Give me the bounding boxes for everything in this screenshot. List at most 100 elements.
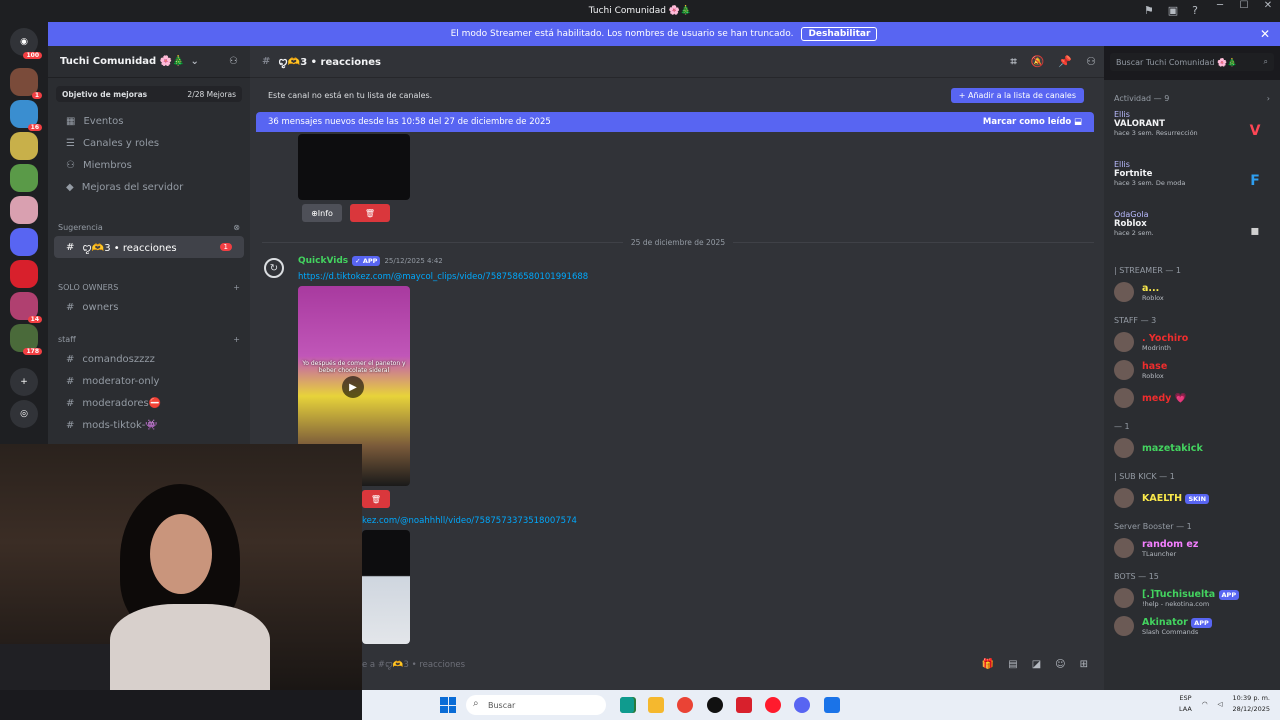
gift-icon[interactable]: 🎁 — [982, 659, 994, 670]
message-composer[interactable]: e a #ꨄ︎🫶3 • reacciones 🎁 ▤ ◪ ☺ ⊞ — [362, 654, 1094, 674]
server-icon[interactable] — [10, 132, 38, 160]
channel-comandoszzzz[interactable]: # comandoszzzz — [54, 348, 244, 370]
unread-badge: 14 — [27, 316, 42, 323]
activity-card[interactable]: Ellis VALORANT hace 3 sem. Resurrección V — [1104, 106, 1280, 156]
member-row[interactable]: a... Roblox — [1104, 278, 1280, 306]
plus-icon[interactable]: + — [233, 335, 240, 344]
add-server-button[interactable]: + — [10, 368, 38, 396]
category-staff[interactable]: staff + — [48, 330, 250, 348]
close-window-button[interactable]: ✕ — [1256, 0, 1280, 11]
app-icon[interactable] — [736, 697, 752, 713]
member-row[interactable]: KAELTH SKIN — [1104, 484, 1280, 512]
apps-icon[interactable]: ⊞ — [1080, 659, 1088, 670]
nav-members[interactable]: ⚇ Miembros — [54, 154, 244, 176]
plus-icon[interactable]: + — [233, 283, 240, 292]
chrome-icon[interactable] — [677, 697, 693, 713]
message-link-2[interactable]: kez.com/@noahhhll/video/7587573373518007… — [362, 516, 577, 526]
member-row[interactable]: . Yochiro Modrinth — [1104, 328, 1280, 356]
server-icon[interactable]: 178 — [10, 324, 42, 355]
direct-messages-button[interactable]: ◉ 100 — [10, 28, 42, 59]
member-name: medy 💗 — [1142, 392, 1187, 404]
member-status: !help - nekotina.com — [1142, 599, 1210, 608]
new-messages-bar[interactable]: 36 mensajes nuevos desde las 10:58 del 2… — [256, 112, 1094, 132]
discord-icon[interactable] — [794, 697, 810, 713]
activity-card[interactable]: OdaGola Roblox hace 2 sem. ▪ — [1104, 206, 1280, 256]
server-icon[interactable] — [10, 164, 38, 192]
channel-moderator-only[interactable]: # moderator-only — [54, 370, 244, 392]
channel-reacciones[interactable]: # ꨄ︎🫶3 • reacciones 1 — [54, 236, 244, 258]
inbox-icon[interactable]: ⚑ — [1144, 4, 1154, 17]
author-name[interactable]: QuickVids — [298, 256, 348, 266]
sticker-icon[interactable]: ◪ — [1032, 659, 1041, 670]
notice-text: Este canal no está en tu lista de canale… — [268, 90, 433, 100]
server-header[interactable]: Tuchi Comunidad 🌸🎄 ⌄ ⚇ — [48, 46, 250, 78]
hash-icon: # — [66, 375, 75, 387]
member-name: random ez — [1142, 538, 1199, 550]
server-icon[interactable]: 16 — [10, 100, 42, 131]
disable-streamer-button[interactable]: Deshabilitar — [801, 27, 878, 41]
activity-user: Ellis — [1114, 110, 1130, 119]
activity-card[interactable]: Ellis Fortnite hace 3 sem. De moda F — [1104, 156, 1280, 206]
mark-read-button[interactable]: Marcar como leído ⬓ — [983, 117, 1082, 127]
info-button[interactable]: ⊕ Info — [302, 204, 342, 222]
category-sugerencia[interactable]: Sugerencia ⊗ — [48, 218, 250, 236]
channel-mods-tiktok[interactable]: # mods-tiktok-👾 — [54, 414, 244, 436]
channel-header: # ꨄ︎🫶3 • reacciones ⌗ 🔕 📌 ⚇ — [250, 46, 1104, 78]
system-tray[interactable]: ESP LAA ◠ ◁ 10:39 p. m. 28/12/2025 — [1179, 693, 1270, 715]
add-channel-button[interactable]: + Añadir a la lista de canales — [950, 87, 1084, 103]
delete-button-2[interactable]: 🗑 — [362, 490, 390, 508]
members-list-icon[interactable]: ⚇ — [1086, 55, 1096, 69]
video-embed-3[interactable] — [362, 530, 410, 644]
channel-owners[interactable]: # owners — [54, 296, 244, 318]
member-row[interactable]: Akinator APP Slash Commands — [1104, 612, 1280, 640]
member-row[interactable]: hase Roblox — [1104, 356, 1280, 384]
category-solo-owners[interactable]: SOLO OWNERS + — [48, 278, 250, 296]
close-icon[interactable]: ⊗ — [233, 223, 240, 232]
server-name: Tuchi Comunidad 🌸🎄 — [60, 56, 185, 67]
nav-boosts[interactable]: ◆ Mejoras del servidor — [54, 176, 244, 198]
play-icon[interactable]: ▶ — [342, 376, 364, 398]
member-row[interactable]: mazetakick — [1104, 434, 1280, 462]
gif-icon[interactable]: ▤ — [1008, 659, 1017, 670]
member-row[interactable]: [.]Tuchisuelta APP !help - nekotina.com — [1104, 584, 1280, 612]
app-icon-2[interactable] — [824, 697, 840, 713]
edge-icon[interactable] — [620, 697, 634, 713]
channel-moderadores[interactable]: # moderadores⛔ — [54, 392, 244, 414]
emoji-icon[interactable]: ☺ — [1055, 659, 1065, 670]
obs-icon[interactable] — [707, 697, 723, 713]
video-caption: Yo después de comer el paneton y beber c… — [302, 360, 406, 374]
member-row[interactable]: medy 💗 — [1104, 384, 1280, 412]
invite-icon[interactable]: ⚇ — [229, 56, 238, 67]
taskbar-search[interactable]: ⌕ Buscar — [466, 695, 606, 715]
delete-button[interactable]: 🗑 — [350, 204, 390, 222]
discover-button[interactable]: ◎ — [10, 400, 38, 428]
search-input[interactable]: Buscar Tuchi Comunidad 🌸🎄 ⌕ — [1110, 53, 1274, 71]
boost-goal[interactable]: Objetivo de mejoras 2/28 Mejoras — [56, 86, 242, 102]
nav-label: Canales y roles — [82, 137, 160, 149]
server-icon[interactable] — [10, 196, 38, 224]
video-embed[interactable] — [298, 134, 410, 200]
category-label: staff — [58, 334, 76, 344]
nav-channels-roles[interactable]: ☰ Canales y roles — [54, 132, 244, 154]
message-link[interactable]: https://d.tiktokez.com/@maycol_clips/vid… — [298, 272, 588, 282]
screen-icon[interactable]: ▣ — [1168, 4, 1178, 17]
server-icon[interactable]: 14 — [10, 292, 42, 323]
pin-icon[interactable]: 📌 — [1058, 55, 1072, 69]
refresh-icon[interactable]: ↻ — [264, 258, 284, 278]
discord-icon: ◉ — [20, 37, 28, 47]
member-row[interactable]: random ez TLauncher — [1104, 534, 1280, 562]
help-icon[interactable]: ? — [1192, 4, 1198, 17]
server-icon[interactable] — [10, 228, 38, 256]
minimize-button[interactable]: ─ — [1208, 0, 1232, 11]
nav-events[interactable]: ▦ Eventos — [54, 110, 244, 132]
opera-icon[interactable] — [765, 697, 781, 713]
file-explorer-icon[interactable] — [648, 697, 664, 713]
close-icon[interactable]: ✕ — [1260, 27, 1270, 41]
maximize-button[interactable]: ☐ — [1232, 0, 1256, 11]
chevron-right-icon[interactable]: › — [1267, 94, 1270, 103]
server-icon[interactable] — [10, 260, 38, 288]
threads-icon[interactable]: ⌗ — [1011, 55, 1017, 69]
notifications-icon[interactable]: 🔕 — [1031, 55, 1045, 69]
windows-start-icon[interactable] — [440, 697, 456, 713]
server-icon[interactable]: 1 — [10, 68, 42, 99]
